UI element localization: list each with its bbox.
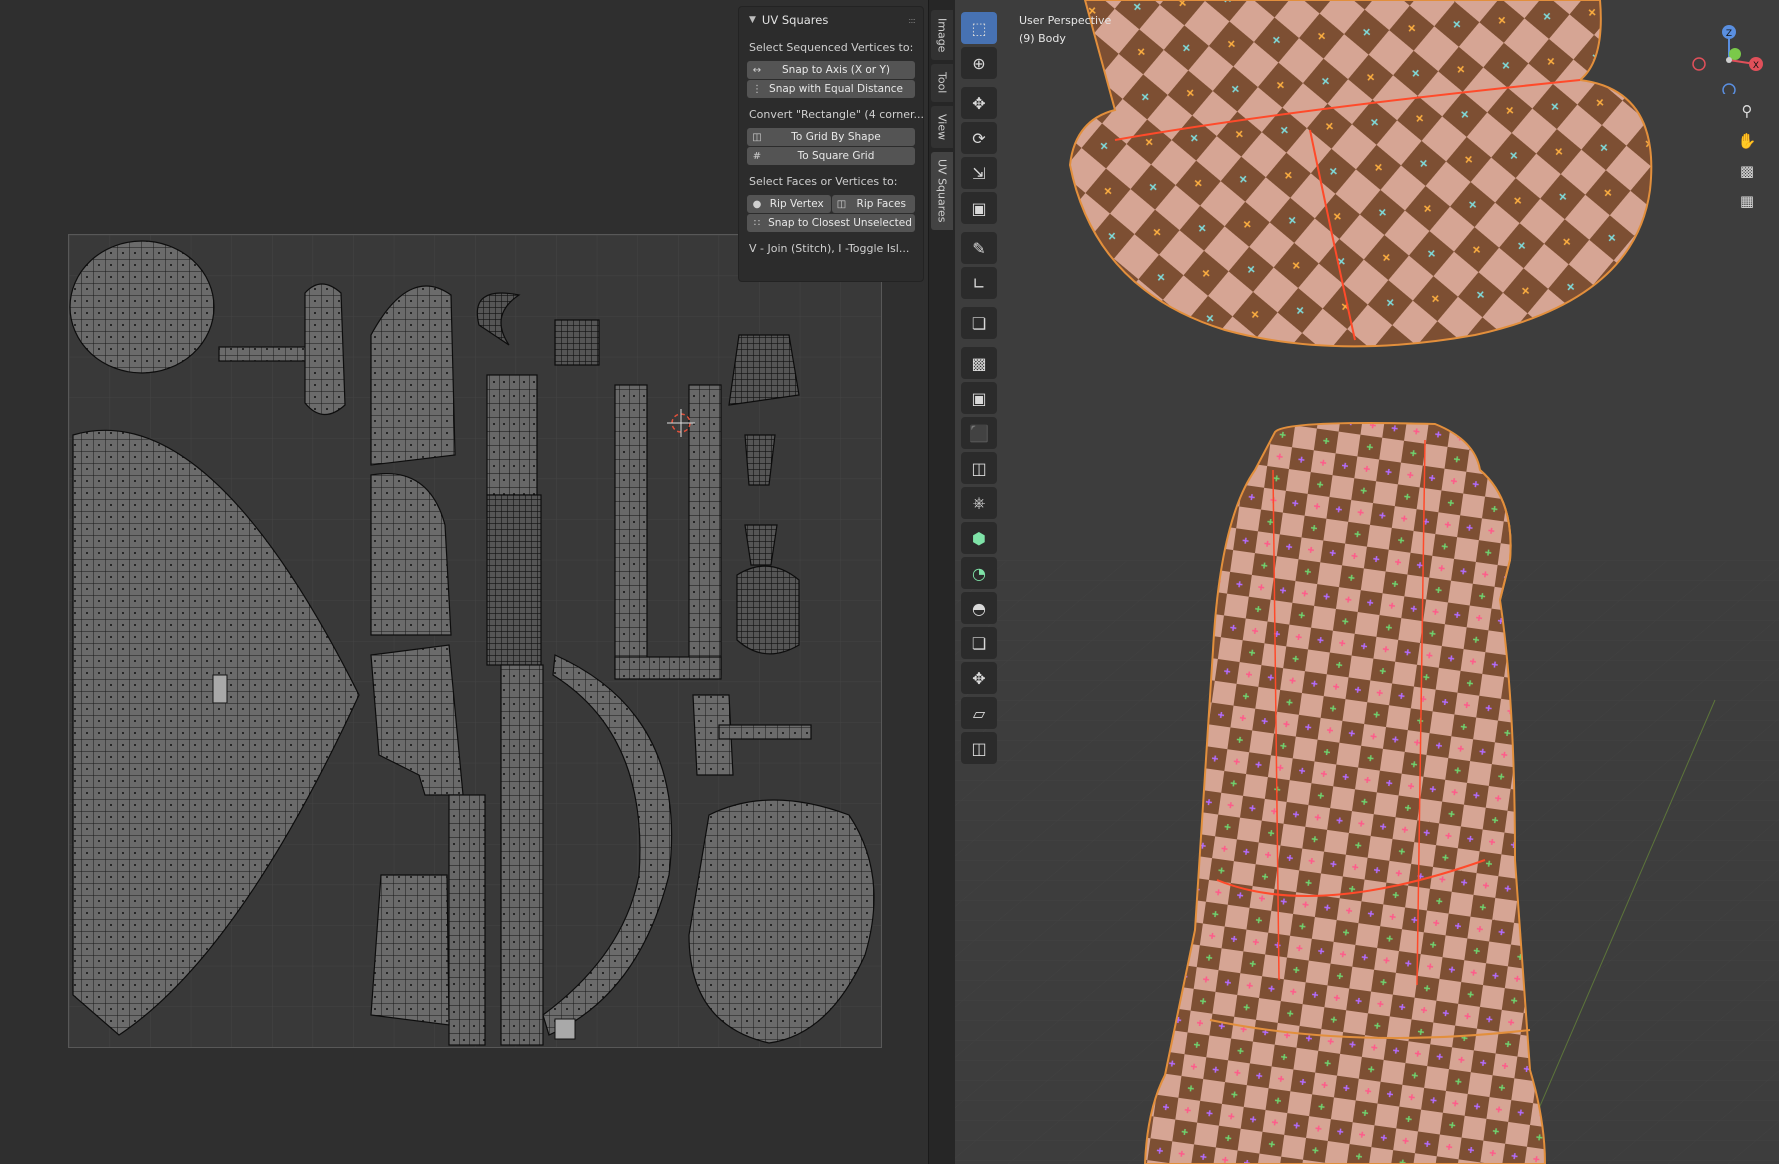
inset-icon[interactable]: ▣ [961,382,997,414]
navigation-gizmo[interactable]: Z X [1689,14,1765,97]
smooth-icon[interactable]: ◓ [961,592,997,624]
loop-cut-icon[interactable]: ◫ [961,452,997,484]
uv-island [688,384,722,676]
to-square-grid-button[interactable]: # To Square Grid [747,147,915,165]
uv-island [554,319,600,366]
bevel-icon[interactable]: ⬛ [961,417,997,449]
vertical-dots-icon: ⋮ [752,83,762,95]
tab-uv-squares[interactable]: UV Squares [931,152,953,230]
uv-island [744,434,776,486]
face-split-icon: ◫ [836,198,847,210]
sidebar-tabs: Image Tool View UV Squares [928,0,955,1164]
rip-vertex-button[interactable]: ● Rip Vertex [747,195,831,213]
cursor-icon[interactable]: ⊕ [961,47,997,79]
uv-selected-face [212,674,228,704]
poly-build-icon[interactable]: ⬢ [961,522,997,554]
knife-icon[interactable]: ⎈ [961,487,997,519]
3d-scene [955,0,1779,1164]
annotate-icon[interactable]: ✎ [961,232,997,264]
spin-icon[interactable]: ◔ [961,557,997,589]
shrink-fatten-icon[interactable]: ✥ [961,662,997,694]
uv-squares-panel: ▼ UV Squares :::: Select Sequenced Verti… [738,6,924,282]
snap-to-axis-button[interactable]: ↔ Snap to Axis (X or Y) [747,61,915,79]
uv-island [614,384,648,676]
uv-canvas[interactable] [68,234,882,1048]
pan-hand-icon[interactable]: ✋ [1733,128,1761,154]
section-label: Select Faces or Vertices to: [749,175,898,188]
uv-island [370,874,450,1026]
uv-island [69,240,215,374]
hotkey-hint: V - Join (Stitch), I -Toggle Isl... [749,242,910,255]
mesh-body[interactable] [1143,422,1547,1164]
rip-faces-button[interactable]: ◫ Rip Faces [831,195,915,213]
select-box-icon[interactable]: ⬚ [961,12,997,44]
viewport-info: User Perspective (9) Body [1019,12,1111,48]
tab-tool[interactable]: Tool [931,64,953,102]
rotate-icon[interactable]: ⟳ [961,122,997,154]
mesh-head[interactable] [1068,0,1653,348]
axis-gizmo-icon[interactable]: Z X [1689,14,1765,97]
uv-island [486,494,542,666]
uv-island [448,794,486,1046]
vertex-dot-icon: ● [752,198,762,210]
chevron-down-icon[interactable]: ▼ [749,15,756,25]
panel-title: UV Squares [761,13,829,27]
section-label: Convert "Rectangle" (4 corner... [749,108,923,121]
uv-layout [69,235,881,1047]
shear-icon[interactable]: ▱ [961,697,997,729]
zoom-icon[interactable]: ⚲ [1733,98,1761,124]
drag-grip-icon[interactable]: :::: [908,16,916,25]
uv-selected-face [554,1018,576,1040]
hash-grid-icon: # [752,150,762,162]
measure-icon[interactable]: ∟ [961,267,997,299]
snap-to-closest-unselected-button[interactable]: ∷ Snap to Closest Unselected [747,214,915,232]
uv-island [736,565,800,655]
uv-island [718,724,812,740]
grid-view-icon[interactable]: ▦ [1733,188,1761,214]
gizmo-z-label: Z [1726,29,1732,39]
view-perspective-label: User Perspective [1019,14,1112,27]
rip-button-row: ● Rip Vertex ◫ Rip Faces [747,195,915,213]
gizmo-x-label: X [1753,61,1759,71]
move-icon[interactable]: ✥ [961,87,997,119]
uv-island [728,334,800,406]
uv-island [486,374,538,496]
arrows-horizontal-icon: ↔ [752,64,762,76]
add-cube-icon[interactable]: ❏ [961,307,997,339]
uv-island [500,664,544,1046]
tool-shelf: ⬚ ⊕ ✥ ⟳ ⇲ ▣ ✎ ∟ ❏ ▩ ▣ ⬛ ◫ ⎈ ⬢ ◔ ◓ ❏ ✥ ▱ … [961,12,1001,767]
transform-icon[interactable]: ▣ [961,192,997,224]
tab-view[interactable]: View [931,106,953,148]
uv-island [744,524,778,566]
viewport-nav-controls: ⚲ ✋ ▩ ▦ [1733,98,1763,218]
snap-dotted-icon: ∷ [753,217,761,229]
edge-slide-icon[interactable]: ❏ [961,627,997,659]
panel-header[interactable]: ▼ UV Squares :::: [739,7,923,33]
uv-editor[interactable]: ▼ UV Squares :::: Select Sequenced Verti… [0,0,928,1164]
camera-icon[interactable]: ▩ [1733,158,1761,184]
scale-icon[interactable]: ⇲ [961,157,997,189]
uv-island [614,656,722,680]
rip-region-icon[interactable]: ◫ [961,732,997,764]
grid-shape-icon: ◫ [752,131,762,143]
uv-island [304,283,346,416]
to-grid-by-shape-button[interactable]: ◫ To Grid By Shape [747,128,915,146]
snap-equal-distance-button[interactable]: ⋮ Snap with Equal Distance [747,80,915,98]
active-object-label: (9) Body [1019,32,1066,45]
section-label: Select Sequenced Vertices to: [749,41,914,54]
extrude-icon[interactable]: ▩ [961,347,997,379]
tab-image[interactable]: Image [931,10,953,60]
3d-viewport[interactable]: User Perspective (9) Body ⬚ ⊕ ✥ ⟳ ⇲ ▣ ✎ … [955,0,1779,1164]
